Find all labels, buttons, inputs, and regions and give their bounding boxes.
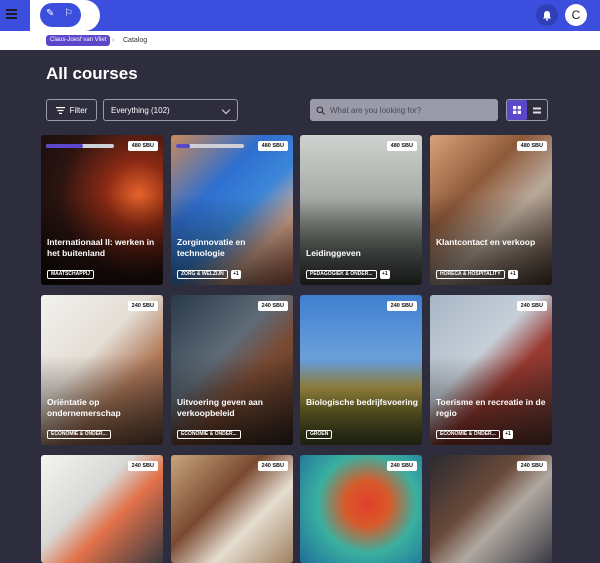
sbu-badge: 240 SBU	[257, 301, 288, 311]
top-bar: ✎ ⚐ C	[0, 0, 600, 31]
list-view-button[interactable]	[527, 100, 547, 120]
sbu-badge: 480 SBU	[257, 141, 288, 151]
sbu-badge: 240 SBU	[386, 301, 417, 311]
category-select[interactable]: Everything (102)	[103, 99, 238, 121]
category-tag: GROEN	[306, 430, 333, 439]
chevron-right-icon: ›	[112, 37, 115, 44]
category-tag: ECONOMIE & ONDER...	[177, 430, 241, 439]
course-progress	[176, 144, 244, 148]
filter-icon	[55, 106, 65, 114]
course-card[interactable]: 480 SBU Internationaal II: werken in het …	[41, 135, 163, 285]
sbu-badge: 240 SBU	[257, 461, 288, 471]
course-title: Zorginnovatie en technologie	[177, 237, 246, 258]
course-title: Uitvoering geven aan verkoopbeleid	[177, 397, 263, 418]
grid-icon	[513, 106, 521, 114]
course-title: Oriëntatie op ondernemerschap	[47, 397, 121, 418]
course-progress-fill	[46, 144, 84, 148]
category-tag: ECONOMIE & ONDER...	[436, 430, 500, 439]
category-tag: MAATSCHAPPIJ	[47, 270, 95, 279]
category-tag: HORECA & HOSPITALITY	[436, 270, 505, 279]
course-card[interactable]: 240 SBU Toerisme en recreatie in de regio…	[430, 295, 552, 445]
breadcrumb-current: Catalog	[123, 37, 148, 44]
course-image	[300, 455, 422, 563]
extra-tags-badge: +1	[380, 270, 390, 279]
search-input[interactable]	[330, 105, 490, 115]
course-card[interactable]: 240 SBU	[300, 455, 422, 563]
breadcrumb: Claus-Joesf van Vliet › Catalog	[0, 31, 600, 50]
logo-glyph-right-icon: ⚐	[64, 8, 73, 19]
sbu-badge: 240 SBU	[386, 461, 417, 471]
search-box[interactable]	[310, 99, 498, 121]
course-progress-fill	[176, 144, 190, 148]
category-select-value: Everything (102)	[111, 105, 170, 115]
course-card[interactable]: 480 SBU Leidinggeven PEDAGOGIEK & ONDER...…	[300, 135, 422, 285]
filter-label: Filter	[69, 105, 88, 115]
logo-glyph-left-icon: ✎	[46, 8, 55, 19]
extra-tags-badge: +1	[508, 270, 518, 279]
bell-icon	[543, 10, 551, 21]
course-card[interactable]: 240 SBU Oriëntatie op ondernemerschap ECON…	[41, 295, 163, 445]
logo[interactable]: ✎ ⚐	[40, 3, 81, 27]
grid-view-button[interactable]	[507, 100, 527, 120]
view-toggle	[506, 99, 548, 121]
notifications-button[interactable]	[536, 4, 558, 26]
sbu-badge: 240 SBU	[516, 301, 547, 311]
breadcrumb-user[interactable]: Claus-Joesf van Vliet	[46, 35, 111, 46]
sbu-badge: 240 SBU	[127, 301, 158, 311]
page-title: All courses	[46, 64, 138, 83]
course-card[interactable]: 480 SBU Zorginnovatie en technologie ZORG …	[171, 135, 293, 285]
sbu-badge: 240 SBU	[516, 461, 547, 471]
course-image	[430, 455, 552, 563]
course-title: Leidinggeven	[306, 248, 361, 258]
extra-tags-badge: +1	[231, 270, 241, 279]
sbu-badge: 480 SBU	[386, 141, 417, 151]
course-title: Klantcontact en verkoop	[436, 237, 536, 247]
filter-button[interactable]: Filter	[46, 99, 97, 121]
menu-icon[interactable]	[6, 9, 17, 19]
extra-tags-badge: +1	[503, 430, 513, 439]
user-avatar[interactable]: C	[565, 4, 587, 26]
sbu-badge: 240 SBU	[127, 461, 158, 471]
course-title: Biologische bedrijfsvoering	[306, 397, 418, 407]
course-card[interactable]: 240 SBU	[171, 455, 293, 563]
course-image	[41, 455, 163, 563]
course-image	[171, 455, 293, 563]
course-title: Internationaal II: werken in het buitenl…	[47, 237, 155, 258]
list-icon	[533, 107, 541, 113]
course-title: Toerisme en recreatie in de regio	[436, 397, 546, 418]
category-tag: ECONOMIE & ONDER...	[47, 430, 111, 439]
search-icon	[316, 105, 325, 115]
category-tag: PEDAGOGIEK & ONDER...	[306, 270, 377, 279]
category-tag: ZORG & WELZIJN	[177, 270, 228, 279]
course-card[interactable]: 240 SBU	[41, 455, 163, 563]
course-card[interactable]: 240 SBU	[430, 455, 552, 563]
course-card[interactable]: 240 SBU Uitvoering geven aan verkoopbelei…	[171, 295, 293, 445]
chevron-down-icon	[221, 105, 231, 115]
sbu-badge: 480 SBU	[127, 141, 158, 151]
course-card[interactable]: 240 SBU Biologische bedrijfsvoering GROEN	[300, 295, 422, 445]
course-progress	[46, 144, 114, 148]
course-card[interactable]: 480 SBU Klantcontact en verkoop HORECA & H…	[430, 135, 552, 285]
sbu-badge: 480 SBU	[516, 141, 547, 151]
